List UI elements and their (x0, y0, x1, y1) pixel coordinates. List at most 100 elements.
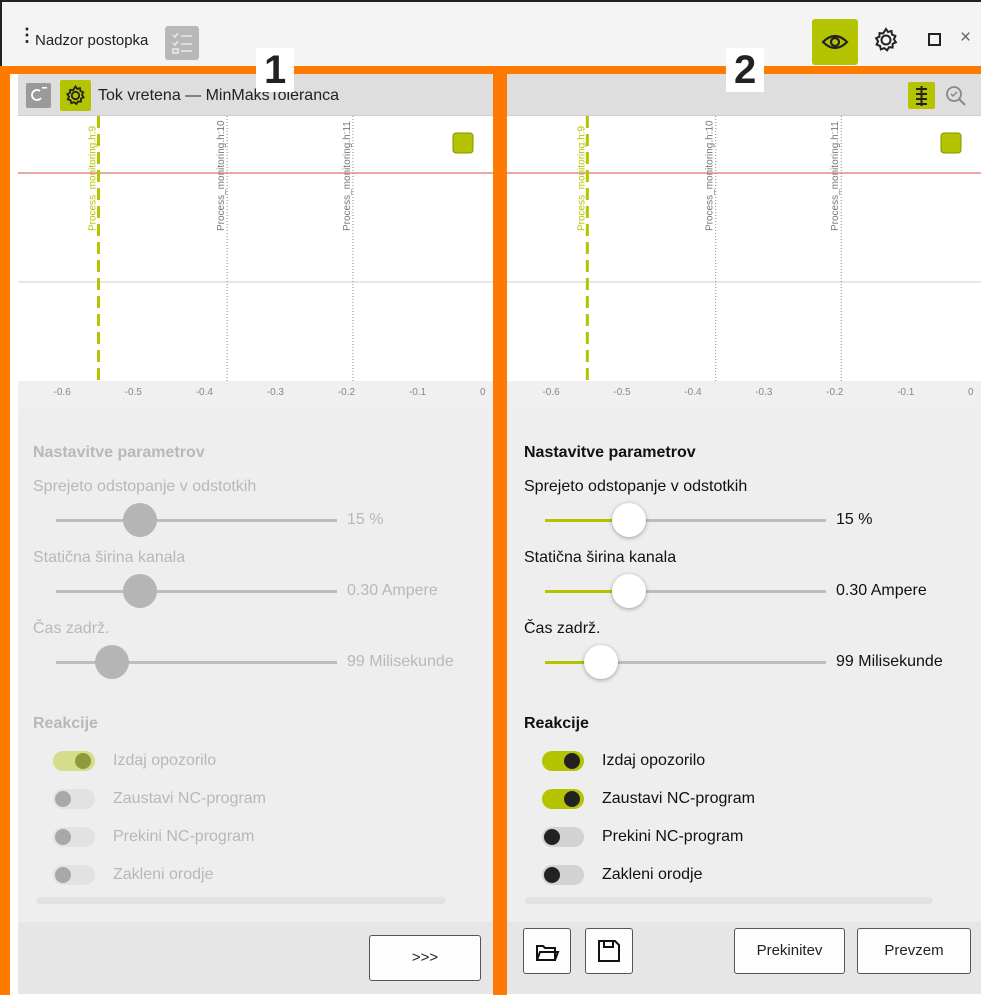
toggle-knob (55, 867, 71, 883)
parameter-label: Statična širina kanala (33, 549, 186, 566)
legend-color-swatch[interactable] (452, 132, 474, 154)
reaction-toggle[interactable] (542, 789, 584, 809)
x-tick-label: -0.2 (337, 387, 356, 398)
settings-title: Nastavitve parametrov (524, 444, 696, 461)
slider-knob[interactable] (584, 645, 619, 679)
eye-icon (821, 34, 849, 50)
x-tick-label: 0 (968, 387, 974, 398)
toggle-knob (75, 753, 91, 769)
parameter-value: 0.30 Ampere (347, 582, 438, 599)
x-tick-label: -0.4 (684, 387, 702, 398)
parameter-label: Čas zadrž. (33, 620, 110, 637)
parameter-label: Čas zadrž. (524, 620, 601, 637)
reaction-toggle[interactable] (542, 751, 584, 771)
legend-color-swatch[interactable] (940, 132, 962, 154)
marker-label: Process_monitoring.h:11 (342, 121, 353, 231)
parameter-value: 0.30 Ampere (836, 582, 927, 599)
toggle-knob (55, 829, 71, 845)
reactions-title: Reakcije (524, 715, 589, 732)
reaction-toggle[interactable] (53, 865, 95, 885)
parameter-slider[interactable] (56, 519, 337, 522)
toggle-knob (564, 753, 580, 769)
x-tick-label: -0.5 (613, 387, 631, 398)
x-tick-label: -0.6 (542, 387, 560, 398)
app-title: Nadzor postopka (35, 32, 149, 49)
chart-area[interactable]: Process_monitoring.h:9 Process_monitoring… (18, 116, 493, 408)
save-icon (598, 940, 620, 962)
horizontal-scrollbar[interactable] (525, 897, 933, 904)
reaction-label: Zakleni orodje (602, 866, 703, 883)
parameter-label: Sprejeto odstopanje v odstotkih (33, 478, 257, 495)
reaction-label: Izdaj opozorilo (113, 752, 217, 769)
marker-label: Process_monitoring.h:9 (576, 126, 587, 231)
slider-knob[interactable] (123, 574, 158, 608)
horizontal-scrollbar[interactable] (36, 897, 446, 904)
monitor-icon[interactable] (26, 83, 51, 108)
list-button[interactable] (165, 26, 199, 60)
accept-button[interactable]: Prevzem (857, 928, 971, 974)
expand-button[interactable]: >>> (369, 935, 481, 981)
spindle-current-chart: Process_monitoring.h:9 Process_monitoring… (507, 116, 981, 390)
toggle-knob (564, 791, 580, 807)
toggle-knob (544, 867, 560, 883)
close-icon[interactable]: × (960, 27, 971, 49)
left-panel: Tok vretena — MinMaksToleranca Process_m… (18, 74, 493, 994)
gear-icon[interactable] (872, 26, 900, 54)
gear-button[interactable] (60, 80, 91, 111)
marker-label: Process_monitoring.h:10 (216, 120, 227, 231)
open-file-button[interactable] (523, 928, 571, 974)
x-tick-label: -0.3 (755, 387, 773, 398)
x-tick-label: -0.3 (266, 387, 284, 398)
spindle-current-chart: Process_monitoring.h:9 Process_monitoring… (18, 116, 493, 390)
slider-knob[interactable] (612, 574, 647, 608)
callout-1: 1 (256, 48, 295, 92)
open-file-icon (536, 945, 560, 961)
reaction-label: Izdaj opozorilo (602, 752, 706, 769)
parameter-value: 15 % (347, 511, 384, 528)
gear-icon (66, 84, 85, 106)
toggle-knob (55, 791, 71, 807)
reaction-toggle[interactable] (542, 827, 584, 847)
parameter-slider[interactable] (56, 590, 337, 593)
title-bar: ⋮ Nadzor postopka × (0, 0, 981, 66)
right-panel: Process_monitoring.h:9 Process_monitoring… (507, 74, 981, 994)
reaction-toggle[interactable] (53, 789, 95, 809)
reactions-title: Reakcije (33, 715, 98, 732)
marker-label: Process_monitoring.h:9 (87, 126, 98, 231)
list-view-button[interactable] (908, 82, 935, 109)
list-view-icon (916, 86, 927, 106)
parameter-value: 99 Milisekunde (347, 653, 454, 670)
callout-2: 2 (726, 48, 765, 92)
reaction-toggle[interactable] (53, 827, 95, 847)
zoom-icon[interactable] (945, 85, 967, 107)
settings-title: Nastavitve parametrov (33, 444, 205, 461)
menu-dots-icon[interactable]: ⋮ (18, 26, 36, 44)
reaction-toggle[interactable] (542, 865, 584, 885)
slider-knob[interactable] (95, 645, 130, 679)
x-tick-label: -0.4 (195, 387, 213, 398)
panel-footer: Prekinitev Prevzem (507, 922, 981, 994)
list-icon (172, 32, 192, 54)
x-tick-label: -0.2 (826, 387, 844, 398)
reaction-toggle[interactable] (53, 751, 95, 771)
x-tick-label: -0.1 (897, 387, 915, 398)
reaction-label: Prekini NC-program (113, 828, 255, 845)
maximize-icon[interactable] (928, 33, 941, 46)
frame-top (0, 66, 981, 74)
eye-toggle-button[interactable] (812, 19, 858, 65)
x-axis: -0.6 -0.5 -0.4 -0.3 -0.2 -0.1 0 (18, 381, 493, 409)
x-tick-label: 0 (480, 387, 486, 398)
save-button[interactable] (585, 928, 633, 974)
reaction-label: Prekini NC-program (602, 828, 744, 845)
frame-left (0, 66, 10, 995)
parameter-value: 99 Milisekunde (836, 653, 943, 670)
chart-area[interactable]: Process_monitoring.h:9 Process_monitoring… (507, 116, 981, 408)
panel-title: Tok vretena — MinMaksToleranca (98, 87, 339, 104)
panel-footer: >>> (18, 922, 493, 994)
x-tick-label: -0.1 (408, 387, 427, 398)
marker-label: Process_monitoring.h:10 (705, 120, 716, 231)
slider-knob[interactable] (612, 503, 647, 537)
x-axis: -0.6 -0.5 -0.4 -0.3 -0.2 -0.1 0 (507, 381, 981, 409)
cancel-button[interactable]: Prekinitev (734, 928, 845, 974)
slider-knob[interactable] (123, 503, 158, 537)
